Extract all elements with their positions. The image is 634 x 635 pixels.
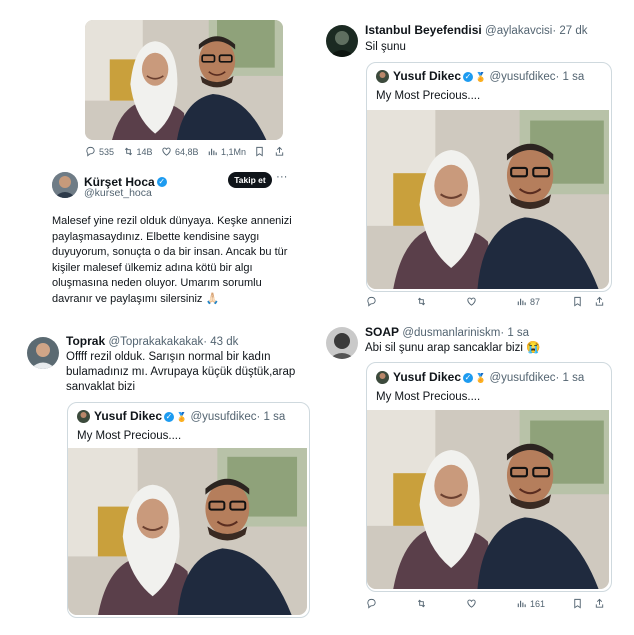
author-handle: @yusufdikec	[489, 372, 556, 384]
quoted-text: My Most Precious....	[376, 90, 481, 102]
quoted-photo[interactable]	[367, 110, 609, 289]
like-button[interactable]	[466, 598, 516, 609]
tweet-text: Abi sil şunu arap sancaklar bizi 😭	[365, 342, 541, 354]
bar-chart-icon	[207, 146, 218, 157]
bookmark-icon	[572, 598, 583, 609]
verified-badge-icon: ✓	[463, 372, 474, 383]
tweet-time[interactable]: · 43 dk	[203, 336, 238, 348]
share-button[interactable]	[594, 296, 605, 307]
bookmark-icon	[254, 146, 265, 157]
tweet-author: SOAP @dusmanlariniskm· 1 sa	[365, 325, 529, 339]
author-handle[interactable]: @kurset_hoca	[84, 187, 152, 199]
verified-badge-icon: ✓	[164, 411, 175, 422]
avatar[interactable]	[52, 172, 78, 198]
tweet-actions: 87	[366, 296, 610, 307]
more-options-button[interactable]: ···	[276, 171, 288, 183]
verified-badge-icon: ✓	[156, 176, 167, 187]
bookmark-button[interactable]	[572, 296, 594, 307]
views-button[interactable]: 161	[516, 598, 572, 609]
retweet-button[interactable]	[416, 296, 466, 307]
tweet-time: · 1 sa	[256, 411, 286, 423]
author-name[interactable]: SOAP	[365, 325, 399, 339]
share-button[interactable]	[274, 146, 285, 157]
retweet-icon	[416, 296, 427, 307]
author-name: Yusuf Dikec	[94, 409, 163, 423]
author-handle: @yusufdikec	[190, 411, 257, 423]
retweet-icon	[416, 598, 427, 609]
verified-badge-icon: ✓	[463, 71, 474, 82]
reply-icon	[366, 598, 377, 609]
heart-icon	[161, 146, 172, 157]
medal-icon: 🏅	[176, 412, 188, 422]
reply-button[interactable]: 535	[85, 146, 114, 157]
avatar	[376, 70, 389, 83]
tweet-author: Toprak @Toprakakakakak· 43 dk	[66, 334, 238, 348]
retweet-button[interactable]: 14B	[123, 146, 153, 157]
author-name: Yusuf Dikec	[393, 69, 462, 83]
follow-button[interactable]: Takip et	[228, 172, 272, 188]
quoted-text: My Most Precious....	[77, 430, 182, 442]
quoted-author: Yusuf Dikec ✓ 🏅 @yusufdikec· 1 sa	[393, 69, 584, 83]
views-button[interactable]: 1,1Mn	[207, 146, 246, 157]
share-button[interactable]	[594, 598, 605, 609]
tweet-author: Istanbul Beyefendisi @aylakavcisi· 27 dk	[365, 23, 588, 37]
tweet-time[interactable]: · 27 dk	[552, 25, 587, 37]
bookmark-icon	[572, 296, 583, 307]
share-icon	[594, 296, 605, 307]
author-name[interactable]: Toprak	[66, 334, 105, 348]
avatar[interactable]	[27, 337, 59, 369]
tweet-actions: 161	[366, 598, 610, 609]
like-button[interactable]: 64,8B	[161, 146, 199, 157]
bookmark-button[interactable]	[254, 146, 265, 157]
bar-chart-icon	[516, 296, 527, 307]
author-name: Yusuf Dikec	[393, 370, 462, 384]
heart-icon	[466, 598, 477, 609]
like-button[interactable]	[466, 296, 516, 307]
quoted-author: Yusuf Dikec ✓ 🏅 @yusufdikec· 1 sa	[393, 370, 584, 384]
retweet-button[interactable]	[416, 598, 466, 609]
author-handle[interactable]: @Toprakakakakak	[108, 336, 203, 348]
tweet-text: Malesef yine rezil olduk dünyaya. Keşke …	[52, 215, 292, 305]
avatar[interactable]	[326, 25, 358, 57]
tweet-text: Sil şunu	[365, 41, 406, 53]
bookmark-button[interactable]	[572, 598, 594, 609]
tweet-time[interactable]: · 1 sa	[500, 327, 529, 339]
share-icon	[594, 598, 605, 609]
tweet-text: Offff rezil olduk. Sarışın normal bir ka…	[66, 351, 296, 393]
reply-button[interactable]	[366, 598, 416, 609]
avatar	[376, 371, 389, 384]
reply-button[interactable]	[366, 296, 416, 307]
avatar[interactable]	[326, 327, 358, 359]
author-name[interactable]: Istanbul Beyefendisi	[365, 23, 482, 37]
tweet-time: · 1 sa	[555, 372, 585, 384]
heart-icon	[466, 296, 477, 307]
quoted-author: Yusuf Dikec ✓ 🏅 @yusufdikec· 1 sa	[94, 409, 285, 423]
author-handle[interactable]: @dusmanlariniskm	[402, 327, 500, 339]
medal-icon: 🏅	[475, 72, 487, 82]
bar-chart-icon	[516, 598, 527, 609]
reply-icon	[366, 296, 377, 307]
tweet-time: · 1 sa	[555, 71, 585, 83]
quoted-text: My Most Precious....	[376, 391, 481, 403]
author-handle: @yusufdikec	[489, 71, 556, 83]
share-icon	[274, 146, 285, 157]
tweet-photo[interactable]	[85, 20, 283, 140]
author-handle[interactable]: @aylakavcisi	[485, 25, 552, 37]
avatar	[77, 410, 90, 423]
quoted-photo[interactable]	[68, 448, 307, 615]
views-button[interactable]: 87	[516, 296, 572, 307]
quoted-photo[interactable]	[367, 410, 609, 589]
medal-icon: 🏅	[475, 373, 487, 383]
reply-icon	[85, 146, 96, 157]
retweet-icon	[123, 146, 134, 157]
tweet-actions: 535 14B 64,8B 1,1Mn	[85, 146, 285, 157]
